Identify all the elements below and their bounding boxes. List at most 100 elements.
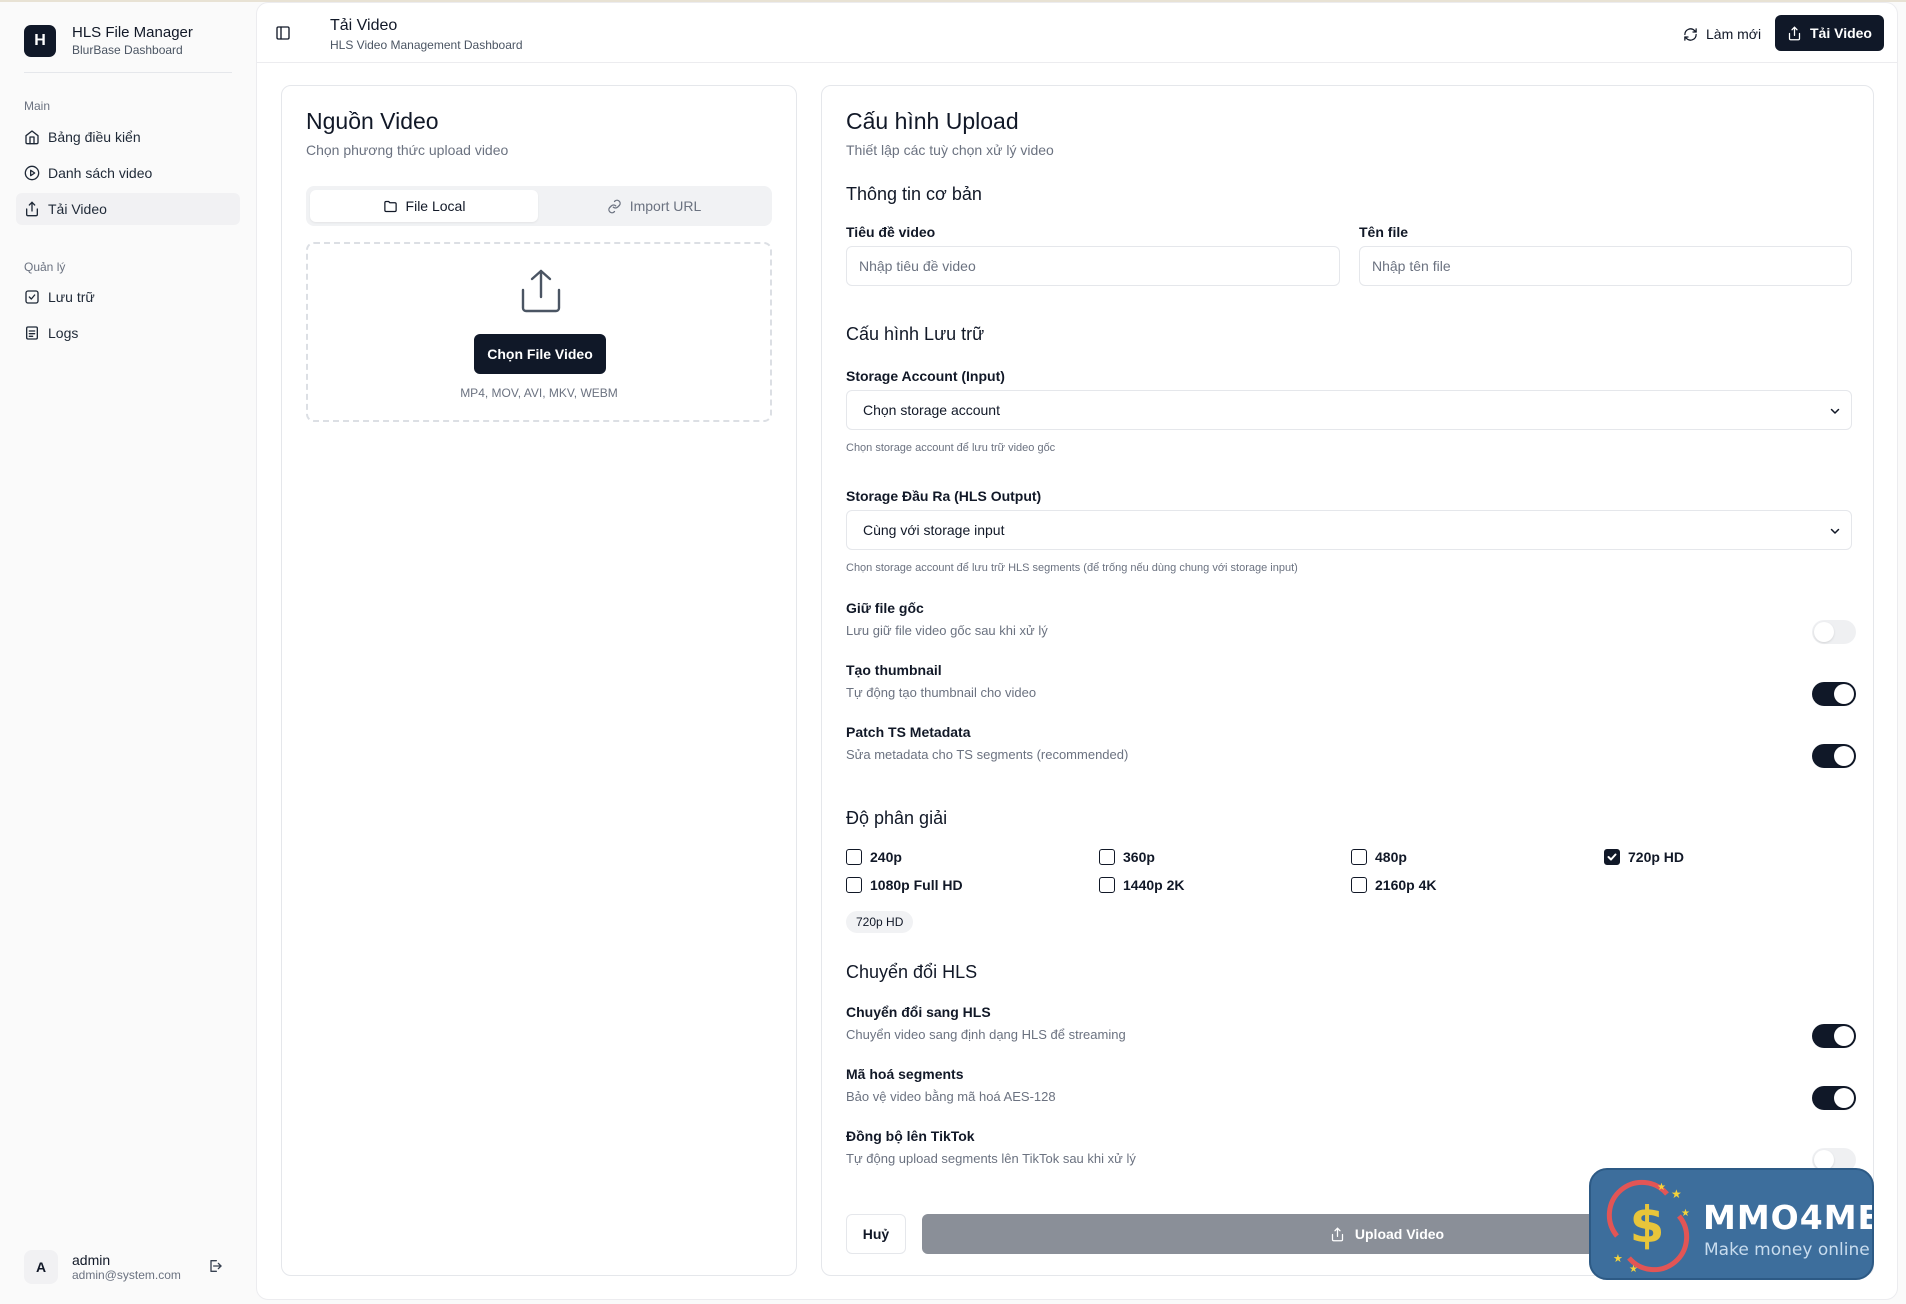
resolution-label: 240p (870, 849, 902, 865)
chevron-down-icon (1829, 524, 1841, 540)
option-keep-original-title: Giữ file gốc (846, 600, 924, 616)
source-title: Nguồn Video (306, 108, 439, 134)
sidebar-item-label: Logs (48, 325, 79, 341)
config-subtitle: Thiết lập các tuỳ chọn xử lý video (846, 142, 1054, 158)
checkbox[interactable] (846, 877, 862, 893)
config-title: Cấu hình Upload (846, 108, 1019, 134)
source-subtitle: Chọn phương thức upload video (306, 142, 509, 158)
sidebar: H HLS File Manager BlurBase Dashboard Ma… (0, 2, 255, 1304)
choose-file-button[interactable]: Chọn File Video (474, 334, 606, 374)
header-upload-button[interactable]: Tải Video (1775, 15, 1884, 51)
tab-file-local[interactable]: File Local (310, 190, 538, 222)
resolution-720p[interactable]: 720p HD (1604, 849, 1684, 865)
sidebar-item-dashboard[interactable]: Bảng điều kiển (16, 121, 240, 153)
checkbox[interactable] (1351, 877, 1367, 893)
tab-file-local-label: File Local (405, 198, 466, 214)
resolution-1080p[interactable]: 1080p Full HD (846, 877, 963, 893)
storage-icon (24, 289, 40, 305)
user-profile[interactable]: A admin admin@system.com (24, 1250, 181, 1284)
file-name-label: Tên file (1359, 224, 1409, 240)
resolution-label: 2160p 4K (1375, 877, 1437, 893)
storage-output-value: Cùng với storage input (863, 522, 1005, 538)
header-upload-label: Tải Video (1810, 25, 1872, 41)
share-upload-icon (519, 268, 563, 314)
svg-text:★: ★ (1657, 1182, 1666, 1193)
storage-input-hint: Chọn storage account để lưu trữ video gố… (846, 442, 1056, 454)
patch-ts-toggle[interactable] (1812, 744, 1856, 768)
section-hls: Chuyển đổi HLS (846, 962, 978, 982)
resolution-label: 1440p 2K (1123, 877, 1185, 893)
encrypt-segments-toggle[interactable] (1812, 1086, 1856, 1110)
svg-text:★: ★ (1629, 1264, 1638, 1275)
video-source-card: Nguồn Video Chọn phương thức upload vide… (281, 85, 797, 1276)
group-label-manage: Quản lý (24, 260, 66, 274)
main-content: Tải Video HLS Video Management Dashboard… (256, 2, 1898, 1300)
checkbox[interactable] (1099, 877, 1115, 893)
sidebar-item-label: Tải Video (48, 201, 107, 217)
video-title-input[interactable]: Nhập tiêu đề video (846, 246, 1340, 286)
storage-output-select[interactable]: Cùng với storage input (846, 510, 1852, 550)
svg-text:$: $ (1630, 1196, 1665, 1254)
resolution-label: 480p (1375, 849, 1407, 865)
sidebar-item-label: Danh sách video (48, 165, 153, 181)
play-circle-icon (24, 165, 40, 181)
section-storage: Cấu hình Lưu trữ (846, 324, 985, 344)
logout-icon[interactable] (207, 1258, 223, 1274)
user-name: admin (72, 1251, 111, 1268)
file-name-input[interactable]: Nhập tên file (1359, 246, 1852, 286)
sidebar-item-video-list[interactable]: Danh sách video (16, 157, 240, 189)
resolution-240p[interactable]: 240p (846, 849, 902, 865)
option-keep-original-desc: Lưu giữ file video gốc sau khi xử lý (846, 623, 1048, 638)
storage-output-hint: Chọn storage account để lưu trữ HLS segm… (846, 562, 1298, 574)
resolution-360p[interactable]: 360p (1099, 849, 1155, 865)
thumbnail-toggle[interactable] (1812, 682, 1856, 706)
option-thumbnail-title: Tạo thumbnail (846, 662, 942, 678)
file-dropzone[interactable]: Chọn File Video MP4, MOV, AVI, MKV, WEBM (306, 242, 772, 422)
tab-import-url[interactable]: Import URL (540, 190, 768, 222)
brand: H HLS File Manager BlurBase Dashboard (24, 24, 193, 58)
checkbox[interactable] (1351, 849, 1367, 865)
storage-input-select[interactable]: Chọn storage account (846, 390, 1852, 430)
resolution-label: 360p (1123, 849, 1155, 865)
file-text-icon (24, 325, 40, 341)
user-email: admin@system.com (72, 1267, 181, 1282)
keep-original-toggle[interactable] (1812, 620, 1856, 644)
svg-text:★: ★ (1613, 1253, 1623, 1265)
resolution-label: 1080p Full HD (870, 877, 963, 893)
cancel-button[interactable]: Huỷ (846, 1214, 906, 1254)
option-hls-desc: Chuyển video sang định dạng HLS để strea… (846, 1027, 1126, 1042)
video-title-label: Tiêu đề video (846, 224, 936, 240)
sidebar-item-upload[interactable]: Tải Video (16, 193, 240, 225)
checkbox[interactable] (846, 849, 862, 865)
storage-input-label: Storage Account (Input) (846, 368, 1005, 384)
folder-icon (383, 200, 397, 212)
sidebar-toggle-icon[interactable] (275, 25, 291, 41)
upload-icon (24, 201, 40, 217)
sidebar-item-logs[interactable]: Logs (16, 317, 240, 349)
checkbox[interactable] (1099, 849, 1115, 865)
link-icon (608, 199, 621, 213)
group-label-main: Main (24, 99, 51, 113)
option-patch-ts-desc: Sửa metadata cho TS segments (recommende… (846, 747, 1129, 762)
resolution-1440p[interactable]: 1440p 2K (1099, 877, 1184, 893)
resolution-480p[interactable]: 480p (1351, 849, 1407, 865)
home-icon (24, 129, 40, 145)
page-subtitle: HLS Video Management Dashboard (330, 38, 523, 52)
supported-formats: MP4, MOV, AVI, MKV, WEBM (460, 386, 618, 400)
checkbox-checked[interactable] (1604, 849, 1620, 865)
option-tiktok-desc: Tự động upload segments lên TikTok sau k… (846, 1151, 1136, 1166)
hls-convert-toggle[interactable] (1812, 1024, 1856, 1048)
source-tabs: File Local Import URL (306, 186, 772, 226)
upload-icon (1788, 26, 1801, 40)
refresh-button[interactable]: Làm mới (1669, 17, 1775, 51)
option-tiktok-title: Đồng bộ lên TikTok (846, 1128, 975, 1144)
option-encrypt-title: Mã hoá segments (846, 1066, 964, 1082)
avatar: A (24, 1250, 58, 1284)
check-icon (1607, 853, 1617, 861)
sidebar-item-storage[interactable]: Lưu trữ (16, 281, 240, 313)
watermark-title: MMO4ME (1703, 1198, 1874, 1237)
option-hls-title: Chuyển đổi sang HLS (846, 1004, 991, 1020)
option-thumbnail-desc: Tự động tạo thumbnail cho video (846, 685, 1037, 700)
resolution-2160p[interactable]: 2160p 4K (1351, 877, 1436, 893)
brand-title: HLS File Manager (72, 24, 193, 41)
